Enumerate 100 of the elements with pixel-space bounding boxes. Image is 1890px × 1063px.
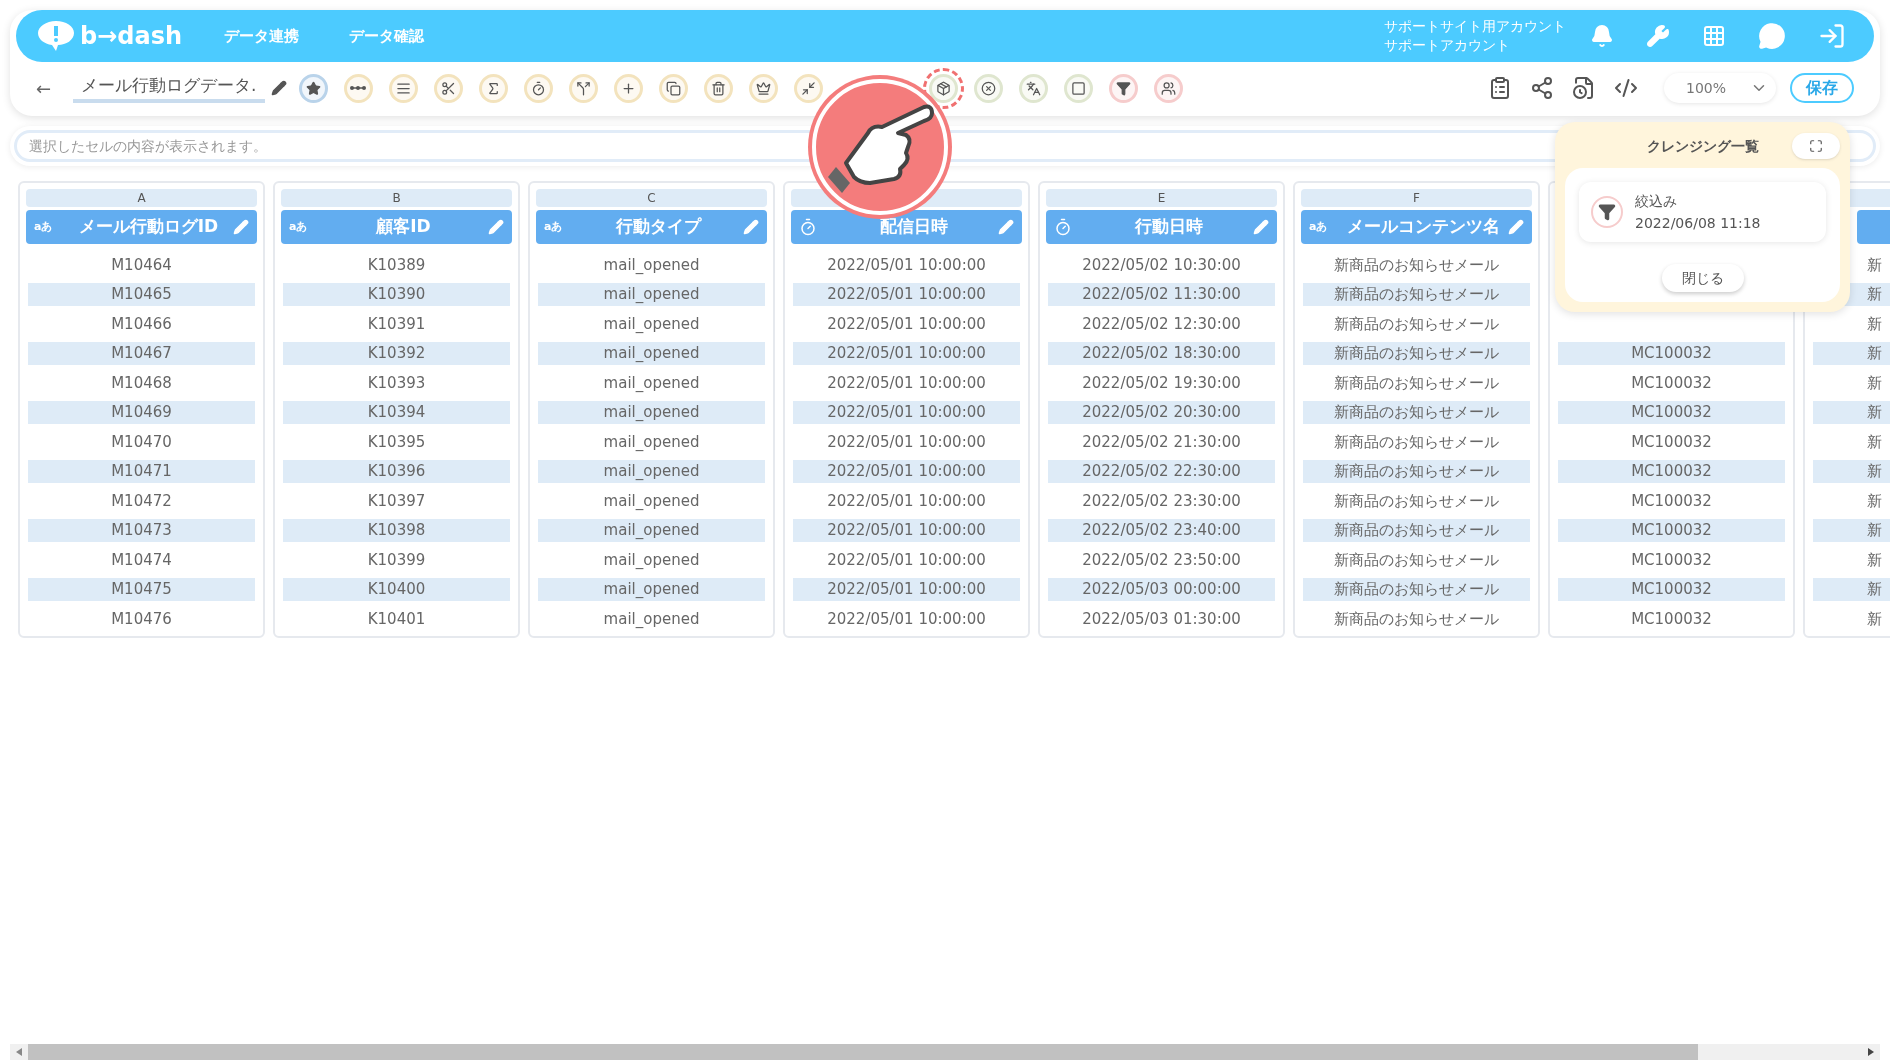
square-tool-button[interactable] <box>1063 73 1093 103</box>
column-letter: E <box>1157 190 1166 207</box>
split-tool-button[interactable] <box>568 73 598 103</box>
file-history-icon[interactable] <box>1572 76 1596 100</box>
column-title: 配信日時 <box>878 215 949 239</box>
expand-button[interactable] <box>1792 133 1840 159</box>
scissors-tool-button[interactable] <box>433 73 463 103</box>
table-cell: 新商品のお知らせメール <box>1303 459 1530 483</box>
filter-icon <box>1115 80 1131 96</box>
table-cell: 新商品のお知らせメール <box>1303 282 1530 306</box>
type-label: aあ <box>34 218 54 235</box>
scissors-icon <box>440 80 456 96</box>
column-header[interactable]: aあ 行動タイプ <box>536 210 767 244</box>
translate-tool-button[interactable] <box>1018 73 1048 103</box>
x-circle-tool-button[interactable] <box>973 73 1003 103</box>
column-letter: F <box>1413 190 1420 207</box>
star-tool-button[interactable] <box>298 73 328 103</box>
filter-tool-button[interactable] <box>1108 73 1138 103</box>
column-header[interactable]: 配信日時 <box>791 210 1022 244</box>
table-cell-text: M10468 <box>111 372 172 394</box>
dots-tool-button[interactable] <box>343 73 373 103</box>
table-cell: 新商品のお知らせメール <box>1303 341 1530 365</box>
table-cell: 2022/05/03 00:00:00 <box>1048 577 1275 601</box>
sigma-tool-button[interactable] <box>478 73 508 103</box>
share-icon[interactable] <box>1530 76 1554 100</box>
table-cell: M10469 <box>28 400 255 424</box>
column-header[interactable]: aあ メール行動ログID <box>26 210 257 244</box>
table-cell-text: 2022/05/01 10:00:00 <box>827 313 986 335</box>
table-cell: 新商品のお知らせメール <box>1303 400 1530 424</box>
table-cell: 2022/05/01 10:00:00 <box>793 341 1020 365</box>
table-cell: 新商品のお知らせメール <box>1303 518 1530 542</box>
table-cell-text: K10401 <box>367 608 426 630</box>
table-cell: mail_opened <box>538 459 765 483</box>
table-cell: 2022/05/02 23:40:00 <box>1048 518 1275 542</box>
table-cell-text: mail_opened <box>603 431 700 453</box>
table-cell-text: 新商品のお知らせメール <box>1334 608 1499 630</box>
table-cell-text: mail_opened <box>603 313 700 335</box>
column-letter: C <box>647 190 656 207</box>
table-cell-text: 新商品のお知らせメール <box>1334 549 1499 571</box>
shrink-tool-button[interactable] <box>793 73 823 103</box>
nav-link[interactable]: データ連携 <box>224 24 300 48</box>
table-cell-text: 新商品のお知らせメール <box>1334 490 1499 512</box>
scroll-right-icon[interactable] <box>1868 1048 1874 1056</box>
table-cell: K10398 <box>283 518 510 542</box>
table-cell-text: MC100032 <box>1631 372 1712 394</box>
table-cell-text: M10466 <box>111 313 172 335</box>
lines-tool-button[interactable] <box>388 73 418 103</box>
copy-icon <box>665 80 681 96</box>
table-cell-text: 新 <box>1867 431 1882 453</box>
trash-tool-button[interactable] <box>703 73 733 103</box>
table-cell: K10390 <box>283 282 510 306</box>
table-cell: mail_opened <box>538 282 765 306</box>
save-button[interactable]: 保存 <box>1790 73 1854 103</box>
column-header[interactable]: 行動日時 <box>1046 210 1277 244</box>
table-cell-text: 2022/05/02 10:30:00 <box>1082 254 1241 276</box>
sheet-title[interactable]: メール行動ログデータ. <box>73 73 265 103</box>
table-cell: MC100032 <box>1558 577 1785 601</box>
table-cell-text: K10399 <box>367 549 426 571</box>
table-cell: MC100032 <box>1558 518 1785 542</box>
edit-icon[interactable] <box>270 80 287 96</box>
table-cell: M10471 <box>28 459 255 483</box>
column-letter: B <box>392 190 401 207</box>
cleansing-item[interactable]: 絞込み 2022/06/08 11:18 <box>1579 182 1826 242</box>
table-cell: 新 <box>1813 459 1890 483</box>
table-cell-text: 2022/05/02 12:30:00 <box>1082 313 1241 335</box>
logo-icon <box>36 19 76 53</box>
back-arrow[interactable]: ← <box>36 74 52 102</box>
filter-icon <box>1591 196 1623 228</box>
users-tool-button[interactable] <box>1153 73 1183 103</box>
table-cell-text: MC100032 <box>1631 608 1712 630</box>
table-cell-text: M10472 <box>111 490 172 512</box>
table-cell: K10394 <box>283 400 510 424</box>
table-cell: mail_opened <box>538 577 765 601</box>
nav-link[interactable]: データ確認 <box>349 24 425 48</box>
table-cell: K10392 <box>283 341 510 365</box>
timer-tool-button[interactable] <box>523 73 553 103</box>
column-title: メールコンテンツ名 <box>1346 215 1501 239</box>
code-icon[interactable] <box>1614 76 1638 100</box>
table-cell-text: 新 <box>1867 490 1882 512</box>
column-title: 行動タイプ <box>615 215 703 239</box>
table-cell: MC100032 <box>1558 400 1785 424</box>
zoom-select[interactable]: 100% <box>1664 73 1776 103</box>
table-cell-text: 2022/05/02 23:30:00 <box>1082 490 1241 512</box>
table-cell-text: 2022/05/01 10:00:00 <box>827 431 986 453</box>
close-button[interactable]: 閉じる <box>1661 264 1744 292</box>
clipboard-icon[interactable] <box>1488 76 1512 100</box>
account-name: サポートサイト用アカウント <box>1384 17 1566 36</box>
copy-tool-button[interactable] <box>658 73 688 103</box>
scroll-left-icon[interactable] <box>16 1048 22 1056</box>
table-cell: mail_opened <box>538 341 765 365</box>
table-cell-text: 新商品のお知らせメール <box>1334 431 1499 453</box>
column-letter: A <box>137 190 146 207</box>
column-header[interactable]: aあ 顧客ID <box>281 210 512 244</box>
translate-icon <box>1025 80 1041 96</box>
table-cell: 新 <box>1813 341 1890 365</box>
table-cell: 2022/05/02 18:30:00 <box>1048 341 1275 365</box>
column-header[interactable]: aあ メールコンテンツ名 <box>1301 210 1532 244</box>
split-icon <box>575 80 591 96</box>
star-icon <box>305 80 321 96</box>
crown-tool-button[interactable] <box>748 73 778 103</box>
